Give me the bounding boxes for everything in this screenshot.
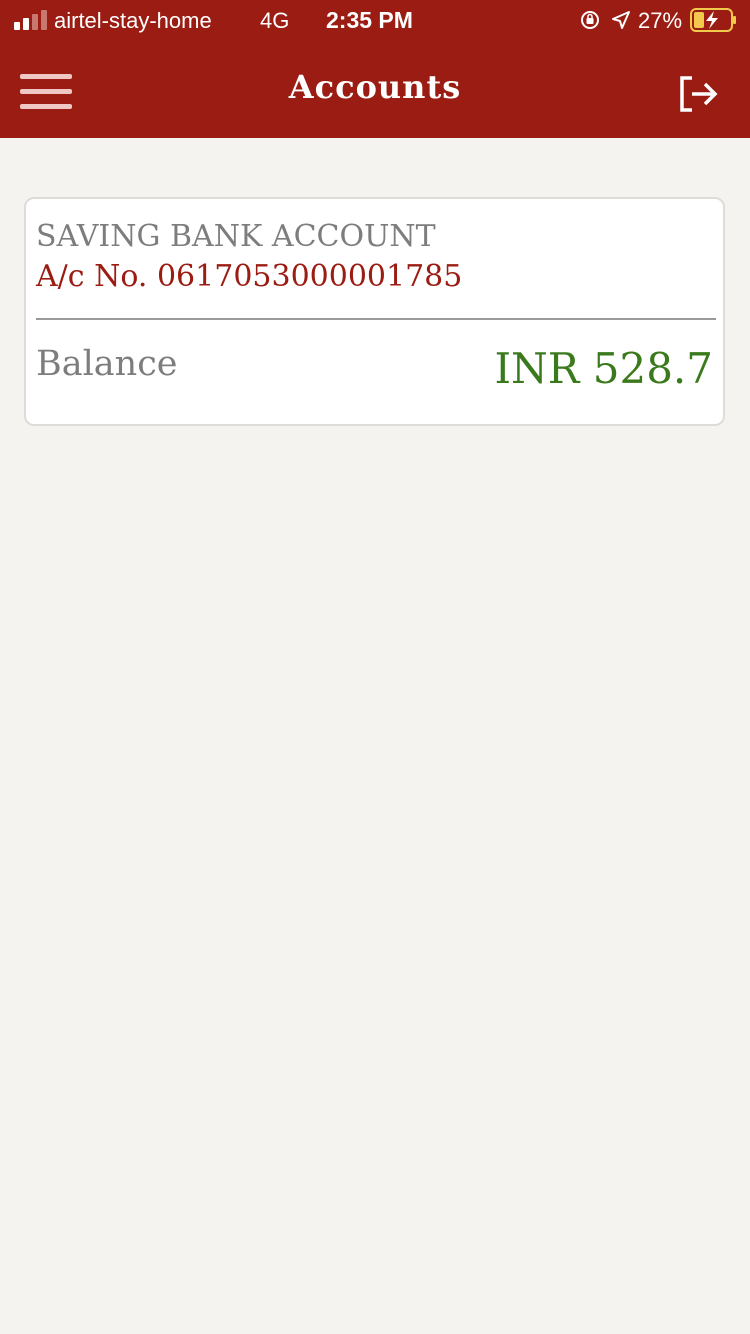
balance-value: INR 528.7 <box>494 344 713 393</box>
account-card[interactable]: SAVING BANK ACCOUNT A/c No. 061705300000… <box>24 197 725 426</box>
balance-label: Balance <box>36 344 178 384</box>
page-title: Accounts <box>288 68 462 106</box>
battery-percent: 27% <box>638 8 683 33</box>
signal-icon <box>14 10 47 30</box>
carrier-name: airtel-stay-home <box>54 8 212 33</box>
logout-icon <box>680 76 718 112</box>
location-arrow-icon <box>612 11 630 29</box>
account-number: A/c No. 0617053000001785 <box>36 259 463 294</box>
account-type: SAVING BANK ACCOUNT <box>36 219 436 254</box>
network-type: 4G <box>260 8 290 33</box>
status-bar: airtel-stay-home 4G 2:35 PM 27% <box>0 0 750 40</box>
rotation-lock-icon <box>581 11 599 29</box>
app-header: airtel-stay-home 4G 2:35 PM 27% Accounts <box>0 0 750 138</box>
logout-button[interactable] <box>676 72 722 116</box>
battery-charging-icon <box>690 8 736 32</box>
divider <box>36 318 716 320</box>
status-time: 2:35 PM <box>326 7 413 33</box>
